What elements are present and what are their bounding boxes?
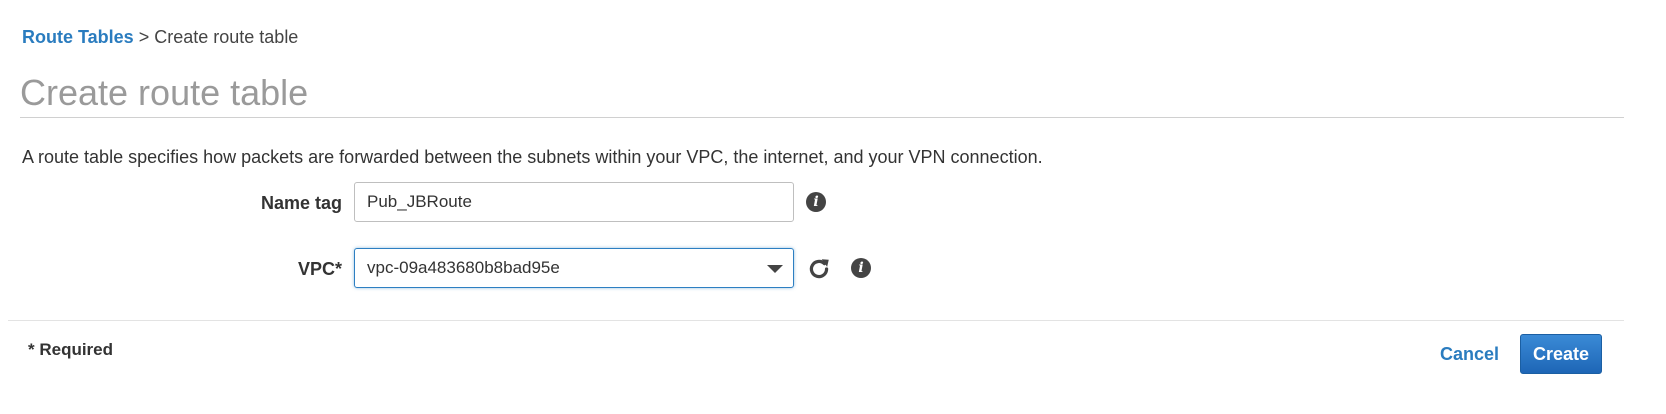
required-note: * Required [28,340,114,359]
name-tag-label: Name tag [260,193,342,213]
page-title: Create route table [20,72,309,113]
name-tag-input[interactable] [354,182,794,222]
cancel-button[interactable]: Cancel [1440,344,1499,365]
breadcrumb-separator: > [138,27,150,47]
page-description: A route table specifies how packets are … [22,147,1043,167]
breadcrumb-current: Create route table [154,27,299,47]
title-divider [20,117,1624,118]
vpc-label: VPC* [297,259,342,279]
vpc-select-value: vpc-09a483680b8bad95e [367,258,560,277]
info-icon[interactable]: i [851,258,871,278]
footer-divider [8,320,1624,321]
breadcrumb-link-route-tables[interactable]: Route Tables [22,27,134,47]
create-button[interactable]: Create [1520,334,1602,374]
vpc-select[interactable]: vpc-09a483680b8bad95e [354,248,794,288]
chevron-down-icon[interactable] [767,265,783,273]
info-icon[interactable]: i [806,192,826,212]
refresh-icon[interactable] [806,256,832,282]
breadcrumb: Route Tables > Create route table [22,27,298,48]
